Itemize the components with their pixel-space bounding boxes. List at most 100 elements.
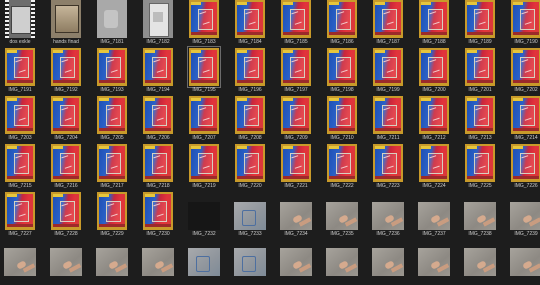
file-item[interactable]: IMG_7188	[414, 0, 454, 47]
file-thumbnail[interactable]	[510, 202, 540, 230]
file-item[interactable]: IMG_7235	[322, 192, 362, 239]
file-item[interactable]: IMG_7222	[322, 144, 362, 191]
file-item[interactable]: IMG_7191	[0, 48, 40, 95]
file-item[interactable]	[0, 238, 40, 285]
file-thumbnail[interactable]	[97, 96, 127, 134]
file-item[interactable]: IMG_7209	[276, 96, 316, 143]
file-item[interactable]: IMG_7221	[276, 144, 316, 191]
file-item[interactable]: IMG_7239	[506, 192, 540, 239]
file-thumbnail[interactable]	[234, 248, 266, 276]
file-item[interactable]: IMG_7236	[368, 192, 408, 239]
file-item[interactable]: IMG_7200	[414, 48, 454, 95]
file-thumbnail[interactable]	[373, 0, 403, 38]
file-thumbnail[interactable]	[143, 96, 173, 134]
file-thumbnail[interactable]	[373, 96, 403, 134]
file-item[interactable]: IMG_7208	[230, 96, 270, 143]
file-thumbnail[interactable]	[235, 48, 265, 86]
file-thumbnail[interactable]	[327, 0, 357, 38]
file-thumbnail[interactable]	[281, 0, 311, 38]
file-thumbnail[interactable]	[143, 192, 173, 230]
file-thumbnail[interactable]	[50, 248, 82, 276]
file-thumbnail[interactable]	[51, 144, 81, 182]
file-thumbnail[interactable]	[464, 202, 496, 230]
file-item[interactable]	[368, 238, 408, 285]
file-thumbnail[interactable]	[327, 96, 357, 134]
file-thumbnail[interactable]	[96, 248, 128, 276]
file-item[interactable]	[414, 238, 454, 285]
file-item[interactable]: IMG_7224	[414, 144, 454, 191]
file-thumbnail[interactable]	[235, 0, 265, 38]
file-item[interactable]	[138, 238, 178, 285]
file-item[interactable]: IMG_7226	[506, 144, 540, 191]
file-item[interactable]: IMG_7189	[460, 0, 500, 47]
file-item[interactable]: IMG_7217	[92, 144, 132, 191]
file-item[interactable]: IMG_7214	[506, 96, 540, 143]
file-thumbnail[interactable]	[51, 0, 81, 38]
file-thumbnail[interactable]	[5, 0, 35, 38]
file-item[interactable]: IMG_7192	[46, 48, 86, 95]
file-thumbnail[interactable]	[5, 96, 35, 134]
file-item[interactable]: IMG_7195	[184, 46, 224, 95]
file-item[interactable]: IMG_7211	[368, 96, 408, 143]
file-thumbnail[interactable]	[327, 48, 357, 86]
file-item[interactable]: IMG_7225	[460, 144, 500, 191]
file-thumbnail[interactable]	[280, 248, 312, 276]
file-thumbnail[interactable]	[51, 48, 81, 86]
file-thumbnail[interactable]	[372, 248, 404, 276]
file-thumbnail[interactable]	[235, 144, 265, 182]
file-item[interactable]: IMG_7202	[506, 48, 540, 95]
file-item[interactable]: IMG_7215	[0, 144, 40, 191]
file-item[interactable]: IMG_7232	[184, 192, 224, 239]
file-thumbnail[interactable]	[189, 0, 219, 38]
file-item[interactable]: IMG_7227	[0, 192, 40, 239]
file-item[interactable]: IMG_7183	[184, 0, 224, 47]
file-thumbnail[interactable]	[510, 248, 540, 276]
file-item[interactable]: IMG_7203	[0, 96, 40, 143]
file-item[interactable]: IMG_7234	[276, 192, 316, 239]
file-item[interactable]: IMG_7197	[276, 48, 316, 95]
file-item[interactable]: IMG_7186	[322, 0, 362, 47]
file-thumbnail[interactable]	[97, 48, 127, 86]
file-thumbnail[interactable]	[281, 48, 311, 86]
file-thumbnail[interactable]	[465, 96, 495, 134]
file-thumbnail[interactable]	[189, 96, 219, 134]
file-thumbnail[interactable]	[188, 248, 220, 276]
file-item[interactable]	[460, 238, 500, 285]
file-item[interactable]: IMG_7194	[138, 48, 178, 95]
file-thumbnail[interactable]	[465, 48, 495, 86]
file-item[interactable]: IMG_7187	[368, 0, 408, 47]
file-thumbnail[interactable]	[373, 144, 403, 182]
file-item[interactable]: IMG_7220	[230, 144, 270, 191]
file-thumbnail[interactable]	[511, 48, 540, 86]
file-item[interactable]: IMG_7230	[138, 192, 178, 239]
file-thumbnail[interactable]	[5, 48, 35, 86]
file-item[interactable]: IMG_7206	[138, 96, 178, 143]
file-item[interactable]: IMG_7207	[184, 96, 224, 143]
file-thumbnail[interactable]	[234, 202, 266, 230]
file-thumbnail[interactable]	[419, 96, 449, 134]
file-thumbnail[interactable]	[235, 96, 265, 134]
file-thumbnail[interactable]	[51, 192, 81, 230]
file-item[interactable]: IMG_7210	[322, 96, 362, 143]
file-thumbnail[interactable]	[4, 248, 36, 276]
file-thumbnail[interactable]	[143, 0, 173, 38]
file-item[interactable]: hands finad	[46, 0, 86, 47]
file-item[interactable]: IMG_7228	[46, 192, 86, 239]
file-item[interactable]: IMG_7237	[414, 192, 454, 239]
file-item[interactable]: IMG_7216	[46, 144, 86, 191]
file-thumbnail[interactable]	[326, 202, 358, 230]
file-thumbnail[interactable]	[465, 0, 495, 38]
file-thumbnail[interactable]	[419, 0, 449, 38]
file-thumbnail[interactable]	[5, 144, 35, 182]
file-thumbnail[interactable]	[280, 202, 312, 230]
file-thumbnail[interactable]	[97, 0, 127, 38]
file-item[interactable]	[322, 238, 362, 285]
file-item[interactable]: IMG_7198	[322, 48, 362, 95]
file-item[interactable]: IMG_7181	[92, 0, 132, 47]
file-item[interactable]	[92, 238, 132, 285]
file-thumbnail[interactable]	[281, 96, 311, 134]
file-item[interactable]: IMG_7218	[138, 144, 178, 191]
file-thumbnail[interactable]	[188, 202, 220, 230]
file-item[interactable]: IMG_7223	[368, 144, 408, 191]
file-thumbnail[interactable]	[419, 48, 449, 86]
